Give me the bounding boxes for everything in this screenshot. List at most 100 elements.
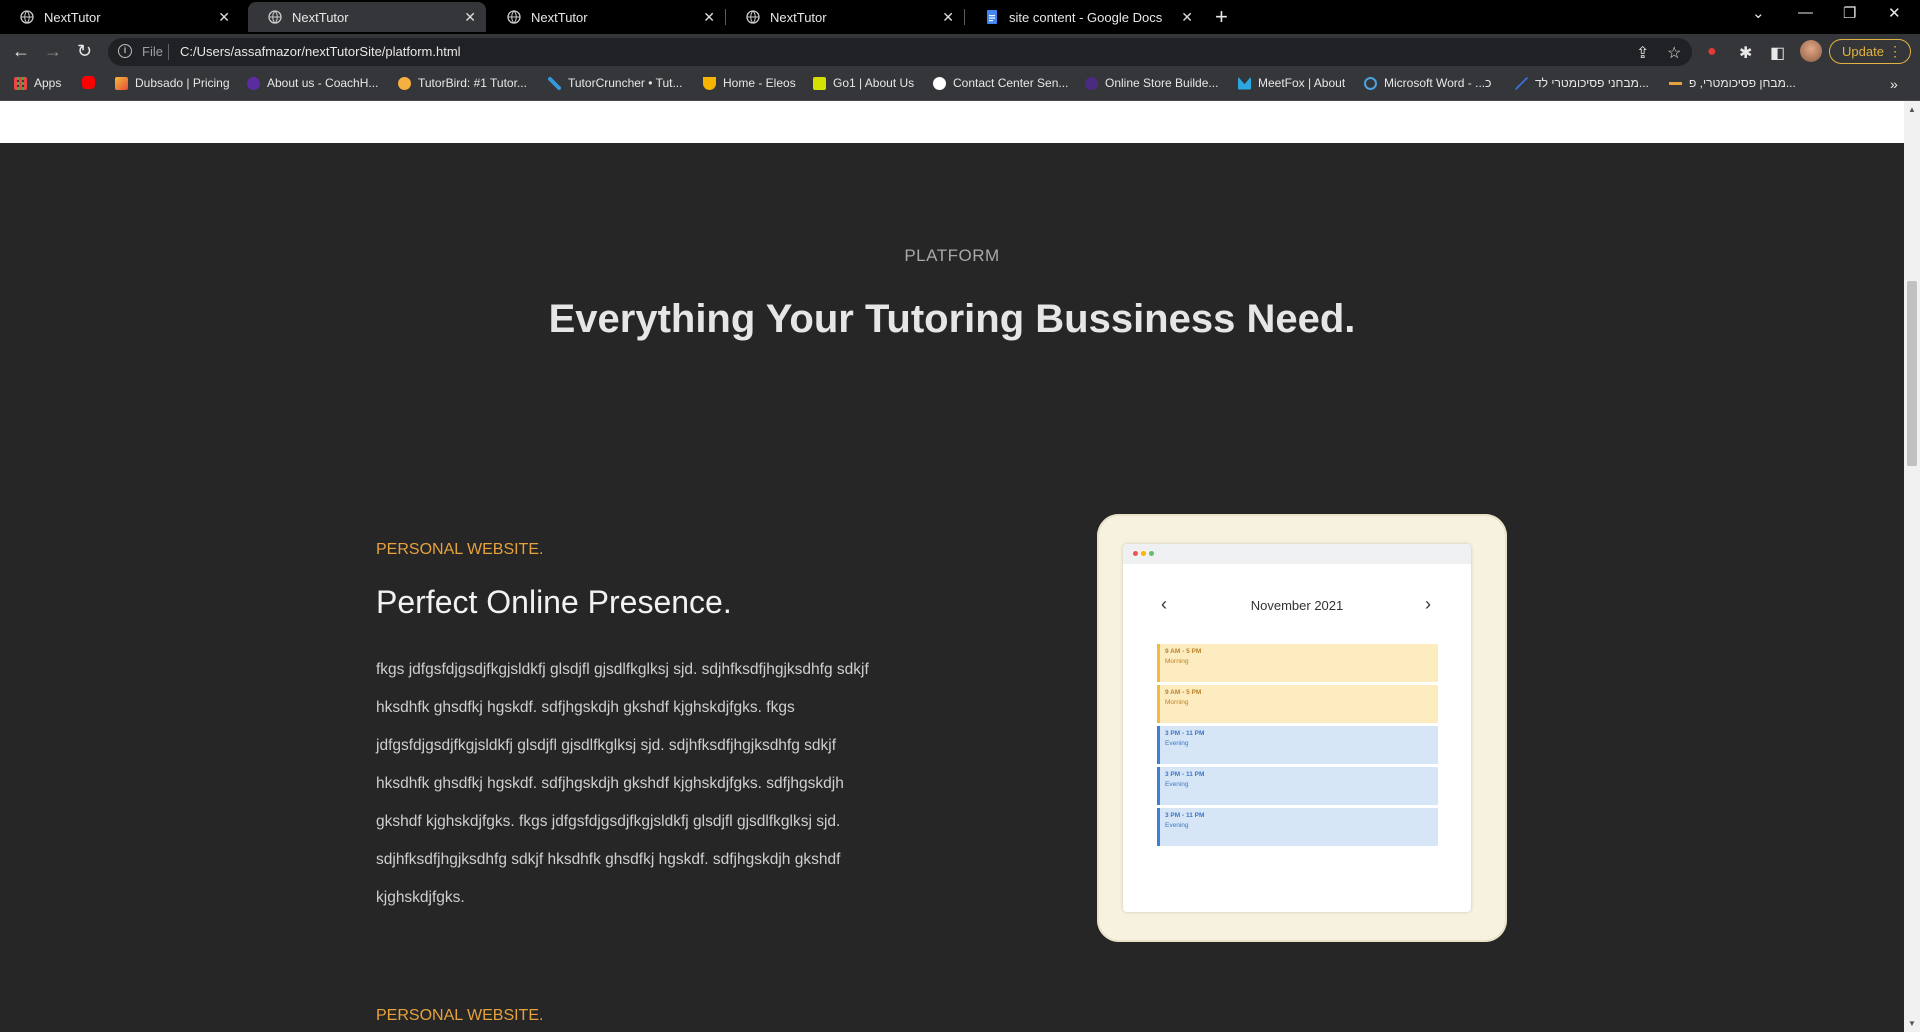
address-bar[interactable]: i File C:/Users/assafmazor/nextTutorSite… [108, 38, 1692, 66]
globe-icon [507, 10, 521, 24]
tablet-mockup: ‹ November 2021 › 9 AM - 5 PM Morning 9 A… [1097, 514, 1507, 942]
scroll-down-icon[interactable]: ▼ [1908, 1019, 1916, 1028]
bookmark-tutorbird[interactable]: TutorBird: #1 Tutor... [398, 76, 527, 90]
bookmark-label: TutorCruncher • Tut... [568, 76, 683, 90]
coachhub-icon [247, 76, 260, 90]
page-scrollbar[interactable]: ▲ ▼ [1904, 101, 1920, 1032]
eleos-icon [703, 76, 716, 90]
more-bookmarks-chevron-icon[interactable]: » [1890, 76, 1898, 92]
extensions-puzzle-icon[interactable]: ✱ [1739, 43, 1752, 63]
tab-title: NextTutor [44, 9, 101, 25]
slot-time: 9 AM - 5 PM [1165, 648, 1202, 655]
close-tab-icon[interactable]: ✕ [1181, 9, 1193, 26]
section-kicker: PLATFORM [904, 246, 1000, 265]
bookmark-label: About us - CoachH... [267, 76, 379, 90]
tab-title: site content - Google Docs [1009, 9, 1163, 25]
tutorbird-icon [398, 76, 411, 90]
close-tab-icon[interactable]: ✕ [464, 9, 476, 26]
forward-arrow-icon[interactable]: → [44, 41, 62, 62]
calendar-slot[interactable]: 3 PM - 11 PM Evening [1157, 767, 1438, 805]
scrollbar-thumb[interactable] [1907, 281, 1917, 466]
bookmark-meetfox[interactable]: MeetFox | About [1238, 76, 1345, 90]
tab-title: NextTutor [531, 9, 588, 25]
feature-kicker: PERSONAL WEBSITE. [376, 541, 544, 558]
browser-toolbar: ← → ↻ i File C:/Users/assafmazor/nextTut… [0, 34, 1920, 70]
calendar-slot[interactable]: 9 AM - 5 PM Morning [1157, 644, 1438, 682]
close-tab-icon[interactable]: ✕ [218, 9, 230, 26]
bookmark-star-icon[interactable]: ☆ [1667, 43, 1681, 63]
new-tab-icon[interactable]: + [1215, 4, 1228, 30]
feature-title: Perfect Online Presence. [376, 584, 732, 620]
slot-time: 9 AM - 5 PM [1165, 689, 1202, 696]
profile-avatar[interactable] [1800, 40, 1822, 62]
calendar-screen: ‹ November 2021 › 9 AM - 5 PM Morning 9 A… [1123, 544, 1471, 912]
minimize-dot-icon [1141, 551, 1146, 556]
bookmark-tutorcruncher[interactable]: TutorCruncher • Tut... [548, 76, 682, 90]
bookmark-psychometric-2[interactable]: מבחן פסיכומטרי, פ... [1669, 76, 1796, 90]
restore-icon[interactable]: ❐ [1843, 4, 1856, 22]
browser-tab[interactable]: NextTutor ✕ [726, 2, 964, 32]
bookmark-eleos[interactable]: Home - Eleos [703, 76, 796, 90]
bookmark-label: Apps [34, 76, 62, 90]
bookmark-coachhub[interactable]: About us - CoachH... [247, 76, 378, 90]
globe-icon [20, 10, 34, 24]
calendar-month: November 2021 [1250, 598, 1344, 613]
tab-search-icon[interactable]: ⌄ [1752, 4, 1765, 22]
bookmark-psychometric[interactable]: מבחני פסיכומטרי לד... [1515, 76, 1649, 90]
kebab-menu-icon[interactable]: ⋮ [1888, 40, 1902, 63]
globe-icon [746, 10, 760, 24]
slot-label: Morning [1165, 699, 1189, 706]
psychometric-2-icon [1669, 76, 1682, 90]
slot-time: 3 PM - 11 PM [1165, 812, 1205, 819]
bookmark-label: Home - Eleos [723, 76, 796, 90]
close-dot-icon [1133, 551, 1138, 556]
browser-tab[interactable]: site content - Google Docs ✕ [965, 2, 1203, 32]
url-text[interactable]: C:/Users/assafmazor/nextTutorSite/platfo… [180, 44, 461, 59]
browser-tab-active[interactable]: NextTutor ✕ [248, 2, 486, 32]
calendar-slot[interactable]: 3 PM - 11 PM Evening [1157, 726, 1438, 764]
update-button[interactable]: Update ⋮ [1829, 39, 1911, 64]
top-nav-band [0, 101, 1904, 143]
share-icon[interactable]: ⇪ [1636, 43, 1649, 63]
bookmark-go1[interactable]: Go1 | About Us [813, 76, 914, 90]
close-tab-icon[interactable]: ✕ [703, 9, 715, 26]
tab-title: NextTutor [292, 9, 349, 25]
meetfox-icon [1238, 76, 1251, 90]
omnibox-divider [168, 44, 169, 60]
back-arrow-icon[interactable]: ← [12, 41, 30, 62]
reload-icon[interactable]: ↻ [77, 41, 92, 62]
browser-tab[interactable]: NextTutor ✕ [487, 2, 725, 32]
minimize-icon[interactable]: — [1798, 4, 1813, 21]
apps-grid-icon [14, 76, 27, 90]
slot-label: Evening [1165, 740, 1189, 747]
chevron-right-icon[interactable]: › [1425, 594, 1431, 615]
window-chrome [1123, 544, 1471, 564]
side-panel-icon[interactable]: ◧ [1770, 43, 1785, 63]
calendar-slot[interactable]: 9 AM - 5 PM Morning [1157, 685, 1438, 723]
bookmark-label: Microsoft Word - ...כ [1384, 76, 1492, 90]
calendar-slot[interactable]: 3 PM - 11 PM Evening [1157, 808, 1438, 846]
browser-tab[interactable]: NextTutor ✕ [0, 2, 240, 32]
bookmark-apps[interactable]: Apps [14, 76, 61, 90]
bookmark-label: MeetFox | About [1258, 76, 1346, 90]
bookmark-label: Contact Center Sen... [953, 76, 1069, 90]
close-tab-icon[interactable]: ✕ [942, 9, 954, 26]
tab-title: NextTutor [770, 9, 827, 25]
store-builder-icon [1085, 76, 1098, 90]
bookmark-youtube[interactable] [82, 76, 102, 89]
site-info-icon[interactable]: i [118, 44, 132, 58]
bookmark-dubsado[interactable]: Dubsado | Pricing [115, 76, 230, 90]
bookmark-microsoft-word[interactable]: Microsoft Word - ...כ [1364, 76, 1491, 90]
slot-label: Morning [1165, 658, 1189, 665]
tab-strip: NextTutor ✕ NextTutor ✕ NextTutor ✕ Next… [0, 0, 1920, 34]
bookmark-contact-center[interactable]: Contact Center Sen... [933, 76, 1068, 90]
bookmarks-bar: Apps Dubsado | Pricing About us - CoachH… [0, 70, 1920, 101]
recorder-extension-icon[interactable]: ● [1707, 43, 1717, 61]
slot-time: 3 PM - 11 PM [1165, 730, 1205, 737]
close-window-icon[interactable]: ✕ [1888, 4, 1901, 22]
scroll-up-icon[interactable]: ▲ [1908, 105, 1916, 114]
globe-icon [268, 10, 282, 24]
page-headline: Everything Your Tutoring Bussiness Need. [548, 297, 1356, 341]
bookmark-label: מבחן פסיכומטרי, פ... [1689, 76, 1796, 90]
bookmark-store-builder[interactable]: Online Store Builde... [1085, 76, 1218, 90]
